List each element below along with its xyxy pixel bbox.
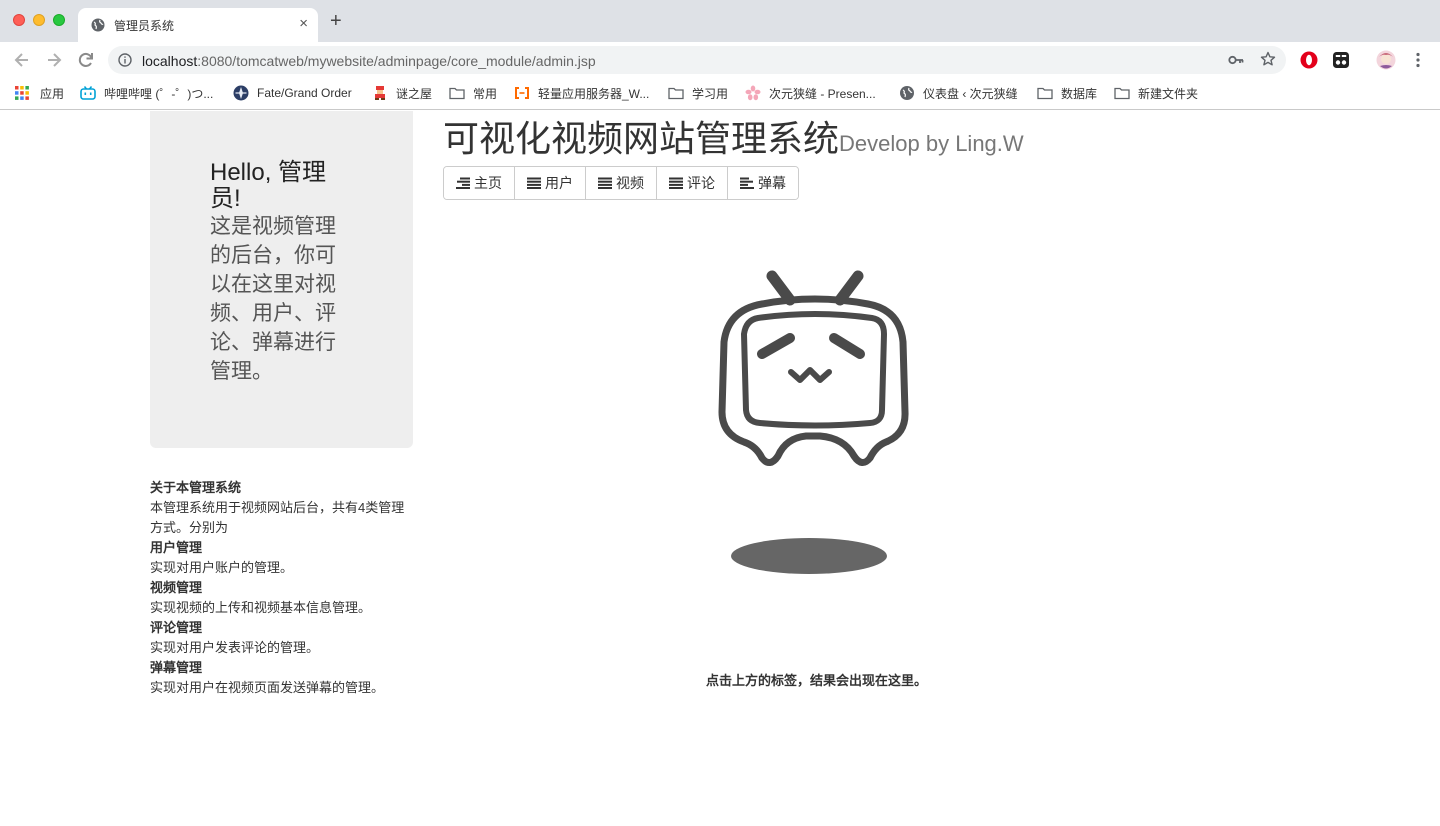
apps-grid-icon [15,86,29,100]
active-tab[interactable]: 管理员系统 × [78,8,318,42]
close-window-button[interactable] [13,14,25,26]
aliyun-icon [515,87,529,99]
tab-title: 管理员系统 [114,19,175,33]
bookmark-label: 轻量应用服务器_W... [538,86,650,101]
bookmark-label: 学习用 [692,86,729,101]
tab-strip: 管理员系统 × + [0,0,1440,42]
result-hint-text: 点击上方的标签，结果会出现在这里。 [705,673,927,688]
about-item-desc: 实现对用户发表评论的管理。 [150,640,320,655]
home-button[interactable]: 主页 [444,167,515,199]
bookmark-folder-common[interactable]: 常用 [449,84,497,102]
bookmark-folder-database[interactable]: 数据库 [1037,84,1097,102]
bookmark-folder-study[interactable]: 学习用 [668,84,728,102]
bookmark-label: 常用 [473,86,498,101]
welcome-jumbotron: Hello, 管理员! 这是视频管理的后台，你可以在这里对视频、用户、评论、弹幕… [150,111,413,448]
reload-icon[interactable] [76,50,96,70]
about-item-title: 评论管理 [150,620,203,635]
key-icon[interactable] [1228,53,1244,67]
zoom-window-button[interactable] [53,14,65,26]
bookmark-label: Fate/Grand Order [257,86,352,100]
videos-button[interactable]: 视频 [586,167,657,199]
bookmark-fgo[interactable]: Fate/Grand Order [233,84,352,102]
folder-icon [449,87,465,100]
forward-arrow-icon[interactable] [44,50,64,70]
about-section: 关于本管理系统 本管理系统用于视频网站后台，共有4类管理方式。分别为 用户管理 … [150,478,415,698]
minimize-window-button[interactable] [33,14,45,26]
about-item-title: 视频管理 [150,580,203,595]
align-right-icon [456,177,470,189]
page-title: 可视化视频网站管理系统Develop by Ling.W [443,110,1024,162]
back-arrow-icon[interactable] [12,50,32,70]
fgo-icon [233,85,249,101]
bookmark-star-icon[interactable] [1260,51,1276,67]
comments-button[interactable]: 评论 [657,167,728,199]
about-item-desc: 实现视频的上传和视频基本信息管理。 [150,600,372,615]
comments-button-label: 评论 [687,175,715,191]
bookmark-dimension-rift[interactable]: 次元狭缝 - Presen... [745,84,876,102]
bookmark-folder-new[interactable]: 新建文件夹 [1114,84,1198,102]
about-title: 关于本管理系统 [150,480,242,495]
new-tab-button[interactable]: + [330,11,342,31]
address-bar[interactable]: localhost:8080/tomcatweb/mywebsite/admin… [108,46,1286,74]
bookmark-label: 次元狭缝 - Presen... [769,86,876,101]
mystery-house-icon [375,86,385,100]
users-button-label: 用户 [545,175,573,191]
globe-icon [91,18,105,32]
bookmark-dashboard[interactable]: 仪表盘 ‹ 次元狭缝 [899,84,1018,102]
folder-icon [1037,87,1053,100]
bookmark-label: 应用 [40,86,65,101]
bookmark-label: 谜之屋 [396,86,433,101]
users-button[interactable]: 用户 [515,167,586,199]
url-text[interactable]: localhost:8080/tomcatweb/mywebsite/admin… [142,53,596,69]
bilibili-icon [80,86,96,100]
folder-icon [1114,87,1130,100]
url-host: localhost [142,53,198,69]
page-subtitle: Develop by Ling.W [839,131,1024,156]
align-left-icon [740,177,754,189]
about-intro: 本管理系统用于视频网站后台，共有4类管理方式。分别为 [150,500,405,535]
bookmark-label: 哔哩哔哩 (゜-゜)つ... [104,86,214,101]
admin-nav-button-group: 主页 用户 视频 评论 弹幕 [443,166,799,200]
welcome-heading: Hello, 管理员! [210,159,327,212]
about-item-desc: 实现对用户账户的管理。 [150,560,294,575]
danmaku-button[interactable]: 弹幕 [728,167,798,199]
bookmark-label: 数据库 [1061,86,1098,101]
home-button-label: 主页 [474,175,502,191]
videos-button-label: 视频 [616,175,644,191]
bookmark-mystery-house[interactable]: 谜之屋 [372,84,432,102]
list-icon [669,177,683,189]
bookmarks-bar: 应用 哔哩哔哩 (゜-゜)つ... Fate/Grand Order 谜之屋 常… [0,78,1440,110]
bookmark-bilibili[interactable]: 哔哩哔哩 (゜-゜)つ... [80,84,213,102]
sakura-icon [745,85,761,101]
site-info-icon[interactable] [118,53,132,67]
bookmark-label: 新建文件夹 [1138,86,1199,101]
browser-menu-icon[interactable] [1410,51,1426,69]
welcome-text: 这是视频管理的后台，你可以在这里对视频、用户、评论、弹幕进行管理。 [210,215,336,383]
bookmark-label: 仪表盘 ‹ 次元狭缝 [923,86,1018,101]
globe-icon [900,86,914,100]
url-path: :8080/tomcatweb/mywebsite/adminpage/core… [197,53,596,69]
bookmark-aliyun[interactable]: 轻量应用服务器_W... [514,84,649,102]
list-icon [527,177,541,189]
bilibili-tv-mascot-icon [718,270,909,574]
list-icon [598,177,612,189]
page-title-main: 可视化视频网站管理系统 [443,118,840,159]
danmaku-button-label: 弹幕 [758,175,786,191]
tab-close-icon[interactable]: × [299,15,308,32]
about-item-title: 用户管理 [150,540,203,555]
opera-extension-icon[interactable] [1300,51,1318,69]
bookmark-apps[interactable]: 应用 [14,84,64,102]
tampermonkey-extension-icon[interactable] [1332,51,1350,69]
browser-toolbar: localhost:8080/tomcatweb/mywebsite/admin… [0,42,1440,78]
folder-icon [668,87,684,100]
profile-avatar-icon[interactable] [1376,50,1396,70]
